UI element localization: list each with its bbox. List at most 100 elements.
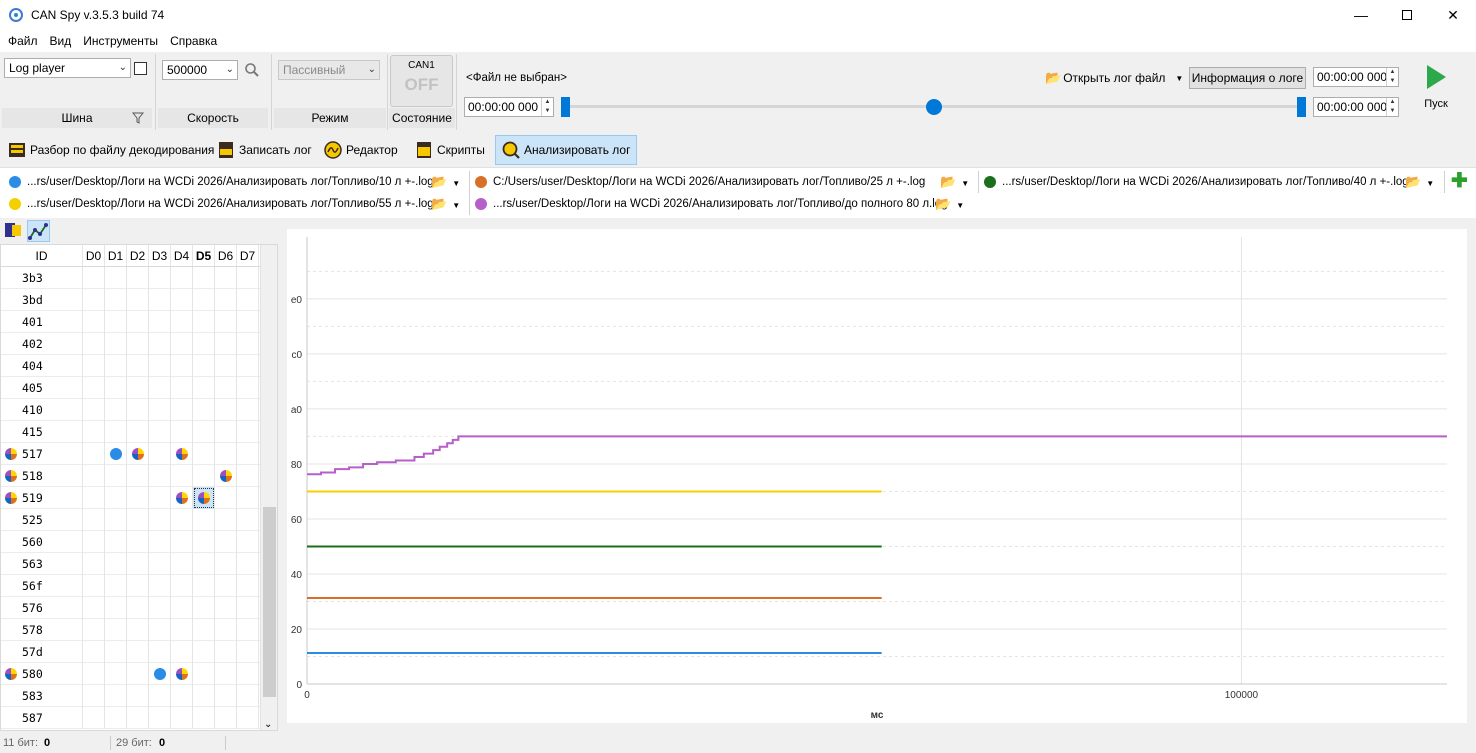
byte-cell-d2[interactable] xyxy=(127,443,149,465)
table-row[interactable]: 415 xyxy=(1,421,261,443)
log-item[interactable]: C:/Users/user/Desktop/Логи на WCDi 2026/… xyxy=(475,171,925,193)
byte-cell-d7[interactable] xyxy=(237,575,259,597)
byte-cell-d0[interactable] xyxy=(83,553,105,575)
byte-cell-d1[interactable] xyxy=(105,553,127,575)
can-id-cell[interactable]: 587 xyxy=(1,707,83,729)
byte-cell-d7[interactable] xyxy=(237,685,259,707)
byte-cell-d3[interactable] xyxy=(149,333,171,355)
byte-cell-d7[interactable] xyxy=(237,289,259,311)
byte-cell-d2[interactable] xyxy=(127,663,149,685)
byte-cell-d4[interactable] xyxy=(171,509,193,531)
byte-cell-d1[interactable] xyxy=(105,685,127,707)
byte-cell-d7[interactable] xyxy=(237,531,259,553)
byte-cell-d2[interactable] xyxy=(127,553,149,575)
byte-cell-d3[interactable] xyxy=(149,531,171,553)
byte-cell-d6[interactable] xyxy=(215,641,237,663)
filter-icon[interactable] xyxy=(132,112,144,124)
can-id-cell[interactable]: 405 xyxy=(1,377,83,399)
byte-cell-d5[interactable] xyxy=(193,685,215,707)
byte-cell-d1[interactable] xyxy=(105,575,127,597)
chevron-down-icon[interactable]: ▼ xyxy=(1175,74,1183,83)
byte-cell-d5[interactable] xyxy=(193,443,215,465)
chevron-down-icon[interactable]: ▼ xyxy=(956,201,964,210)
byte-cell-d7[interactable] xyxy=(237,597,259,619)
byte-cell-d0[interactable] xyxy=(83,619,105,641)
byte-cell-d7[interactable] xyxy=(237,553,259,575)
minimize-button[interactable]: — xyxy=(1338,0,1384,30)
byte-cell-d1[interactable] xyxy=(105,465,127,487)
byte-cell-d1[interactable] xyxy=(105,707,127,729)
byte-cell-d6[interactable] xyxy=(215,597,237,619)
open-log-button[interactable]: 📂 Открыть лог файл ▼ xyxy=(1045,70,1183,86)
can-id-cell[interactable]: 415 xyxy=(1,421,83,443)
table-row[interactable]: 518 xyxy=(1,465,261,487)
chevron-down-icon[interactable]: ▼ xyxy=(961,179,969,188)
log-item[interactable]: ...rs/user/Desktop/Логи на WCDi 2026/Ана… xyxy=(9,193,434,215)
byte-cell-d2[interactable] xyxy=(127,509,149,531)
table-row[interactable]: 560 xyxy=(1,531,261,553)
table-row[interactable]: 57d xyxy=(1,641,261,663)
can-id-cell[interactable]: 563 xyxy=(1,553,83,575)
byte-cell-d4[interactable] xyxy=(171,399,193,421)
byte-cell-d5[interactable] xyxy=(193,333,215,355)
can-id-cell[interactable]: 410 xyxy=(1,399,83,421)
byte-cell-d0[interactable] xyxy=(83,509,105,531)
menu-file[interactable]: Файл xyxy=(2,34,44,48)
byte-cell-d7[interactable] xyxy=(237,311,259,333)
log-item[interactable]: ...rs/user/Desktop/Логи на WCDi 2026/Ана… xyxy=(475,193,948,215)
byte-cell-d3[interactable] xyxy=(149,707,171,729)
byte-cell-d0[interactable] xyxy=(83,311,105,333)
can-id-cell[interactable]: 517 xyxy=(1,443,83,465)
byte-cell-d0[interactable] xyxy=(83,443,105,465)
can-id-cell[interactable]: 580 xyxy=(1,663,83,685)
byte-cell-d1[interactable] xyxy=(105,267,127,289)
byte-cell-d1[interactable] xyxy=(105,531,127,553)
column-header-d7[interactable]: D7 xyxy=(237,245,259,266)
byte-cell-d0[interactable] xyxy=(83,267,105,289)
byte-cell-d1[interactable] xyxy=(105,443,127,465)
byte-cell-d4[interactable] xyxy=(171,267,193,289)
byte-cell-d2[interactable] xyxy=(127,531,149,553)
byte-cell-d3[interactable] xyxy=(149,509,171,531)
table-row[interactable]: 517 xyxy=(1,443,261,465)
byte-cell-d1[interactable] xyxy=(105,399,127,421)
log-item[interactable]: ...rs/user/Desktop/Логи на WCDi 2026/Ана… xyxy=(984,171,1409,193)
byte-cell-d3[interactable] xyxy=(149,685,171,707)
byte-cell-d2[interactable] xyxy=(127,707,149,729)
byte-cell-d2[interactable] xyxy=(127,597,149,619)
scroll-down-icon[interactable]: ⌄ xyxy=(264,719,272,730)
byte-cell-d7[interactable] xyxy=(237,707,259,729)
play-button[interactable]: Пуск xyxy=(1418,64,1454,116)
byte-cell-d7[interactable] xyxy=(237,487,259,509)
speed-select[interactable]: 500000 ⌄ xyxy=(162,60,238,80)
byte-cell-d4[interactable] xyxy=(171,575,193,597)
can-id-cell[interactable]: 560 xyxy=(1,531,83,553)
byte-cell-d1[interactable] xyxy=(105,663,127,685)
column-header-d1[interactable]: D1 xyxy=(105,245,127,266)
byte-cell-d6[interactable] xyxy=(215,553,237,575)
byte-cell-d0[interactable] xyxy=(83,575,105,597)
byte-cell-d3[interactable] xyxy=(149,399,171,421)
menu-help[interactable]: Справка xyxy=(164,34,223,48)
byte-cell-d0[interactable] xyxy=(83,597,105,619)
byte-cell-d6[interactable] xyxy=(215,465,237,487)
byte-cell-d1[interactable] xyxy=(105,311,127,333)
byte-cell-d6[interactable] xyxy=(215,619,237,641)
can-id-cell[interactable]: 583 xyxy=(1,685,83,707)
byte-cell-d4[interactable] xyxy=(171,443,193,465)
byte-cell-d4[interactable] xyxy=(171,421,193,443)
spin-arrows-icon[interactable]: ▲ ▼ xyxy=(1386,98,1398,116)
table-row[interactable]: 563 xyxy=(1,553,261,575)
byte-cell-d7[interactable] xyxy=(237,641,259,663)
state-button[interactable]: CAN1 OFF xyxy=(390,55,453,107)
can-id-cell[interactable]: 404 xyxy=(1,355,83,377)
byte-cell-d1[interactable] xyxy=(105,487,127,509)
column-header-d6[interactable]: D6 xyxy=(215,245,237,266)
byte-cell-d4[interactable] xyxy=(171,465,193,487)
byte-cell-d5[interactable] xyxy=(193,487,215,509)
spin-arrows-icon[interactable]: ▲ ▼ xyxy=(541,98,553,116)
table-row[interactable]: 580 xyxy=(1,663,261,685)
byte-cell-d4[interactable] xyxy=(171,685,193,707)
byte-cell-d5[interactable] xyxy=(193,465,215,487)
byte-cell-d3[interactable] xyxy=(149,663,171,685)
